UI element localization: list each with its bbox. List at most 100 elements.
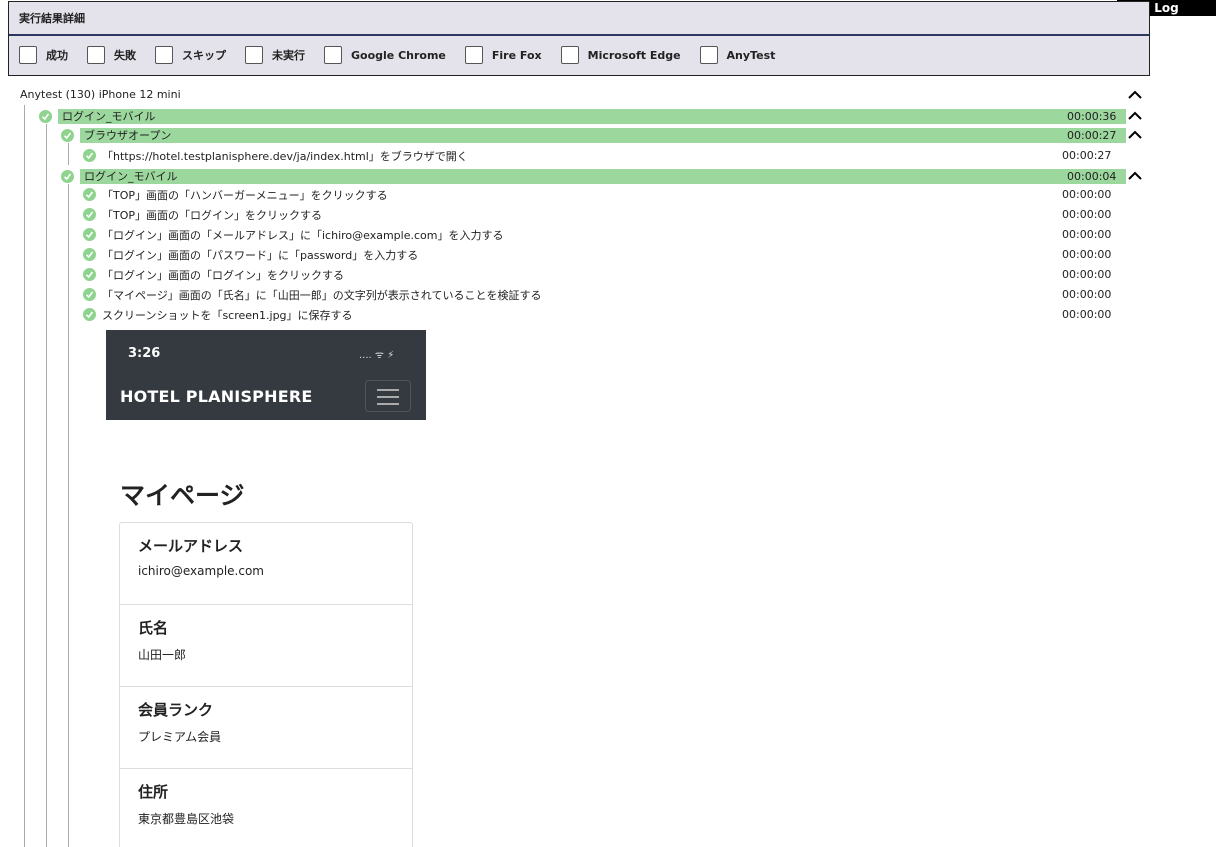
- checkbox[interactable]: [324, 46, 342, 64]
- profile-field: 住所 東京都豊島区池袋: [120, 769, 412, 847]
- checkbox[interactable]: [19, 46, 37, 64]
- step-row[interactable]: 「TOP」画面の「ログイン」をクリックする: [83, 207, 322, 222]
- field-value: プレミアム会員: [138, 730, 222, 744]
- checkbox[interactable]: [560, 46, 579, 64]
- hamburger-menu-icon: [365, 380, 411, 412]
- check-circle-icon: [83, 188, 96, 201]
- result-detail-panel: 実行結果詳細 成功 失敗 スキップ 未実行 Google Chrome Fire…: [8, 1, 1150, 76]
- profile-field: メールアドレス ichiro@example.com: [120, 523, 412, 605]
- filter-google-chrome[interactable]: Google Chrome: [324, 46, 446, 64]
- field-label: 会員ランク: [138, 701, 214, 719]
- field-value: 山田一郎: [138, 648, 187, 662]
- filter-label: スキップ: [182, 49, 226, 62]
- checkbox[interactable]: [464, 46, 483, 64]
- field-value: 東京都豊島区池袋: [138, 812, 235, 826]
- group-node[interactable]: [61, 169, 80, 184]
- collapse-caret-icon[interactable]: [1128, 171, 1142, 181]
- filter-label: Google Chrome: [351, 48, 446, 62]
- checkbox[interactable]: [699, 46, 718, 64]
- step-row[interactable]: スクリーンショットを「screen1.jpg」に保存する: [83, 307, 353, 322]
- tree-guide-line: [68, 184, 69, 847]
- step-label: 「TOP」画面の「ログイン」をクリックする: [102, 208, 323, 222]
- step-label: 「ログイン」画面の「パスワード」に「password」を入力する: [102, 248, 419, 262]
- check-circle-icon: [39, 110, 52, 123]
- tree-guide-line: [46, 124, 47, 847]
- step-duration: 00:00:00: [1062, 188, 1112, 201]
- step-row[interactable]: 「TOP」画面の「ハンバーガーメニュー」をクリックする: [83, 187, 388, 202]
- step-row[interactable]: 「ログイン」画面の「メールアドレス」に「ichiro@example.com」を…: [83, 227, 503, 242]
- step-duration: 00:00:00: [1062, 228, 1112, 241]
- checkbox[interactable]: [245, 46, 263, 64]
- screenshot-thumbnail[interactable]: 3:26 .... ᯤ ⚡ HOTEL PLANISPHERE マイページ メー…: [106, 330, 426, 847]
- check-circle-icon: [61, 129, 74, 142]
- mypage-title: マイページ: [120, 481, 245, 510]
- checkbox[interactable]: [87, 46, 105, 64]
- phone-clock: 3:26: [128, 346, 161, 361]
- filter-label: AnyTest: [726, 48, 776, 62]
- step-label: スクリーンショットを「screen1.jpg」に保存する: [102, 308, 353, 322]
- step-row[interactable]: 「ログイン」画面の「パスワード」に「password」を入力する: [83, 247, 418, 262]
- filter-microsoft-edge[interactable]: Microsoft Edge: [560, 46, 681, 64]
- root-node-label: Anytest (130) iPhone 12 mini: [20, 88, 181, 101]
- collapse-caret-icon[interactable]: [1128, 90, 1142, 100]
- filter-firefox[interactable]: Fire Fox: [464, 46, 542, 64]
- filter-label: 成功: [46, 49, 68, 62]
- check-circle-icon: [61, 170, 74, 183]
- check-circle-icon: [83, 208, 96, 221]
- filter-skip[interactable]: スキップ: [155, 46, 226, 64]
- step-row[interactable]: 「ログイン」画面の「ログイン」をクリックする: [83, 267, 344, 282]
- step-label: 「ログイン」画面の「ログイン」をクリックする: [102, 268, 344, 282]
- step-duration: 00:00:00: [1062, 308, 1112, 321]
- step-label: 「TOP」画面の「ハンバーガーメニュー」をクリックする: [102, 188, 388, 202]
- group-duration: 00:00:36: [1067, 110, 1117, 123]
- group-bar[interactable]: ブラウザオープン: [80, 128, 1126, 143]
- phone-status-icons: .... ᯤ ⚡: [359, 350, 395, 361]
- step-duration: 00:00:00: [1062, 268, 1112, 281]
- filter-label: 未実行: [272, 49, 305, 62]
- field-label: 住所: [138, 783, 169, 801]
- filter-label: 失敗: [114, 49, 136, 62]
- field-label: メールアドレス: [138, 537, 244, 555]
- step-label: 「ログイン」画面の「メールアドレス」に「ichiro@example.com」を…: [102, 228, 504, 242]
- check-circle-icon: [83, 149, 96, 162]
- filter-success[interactable]: 成功: [19, 46, 68, 64]
- filter-anytest[interactable]: AnyTest: [699, 46, 776, 64]
- step-row[interactable]: 「マイページ」画面の「氏名」に「山田一郎」の文字列が表示されていることを検証する: [83, 287, 541, 302]
- field-value: ichiro@example.com: [138, 564, 264, 578]
- check-circle-icon: [83, 268, 96, 281]
- group-bar[interactable]: ログイン_モバイル: [58, 109, 1126, 124]
- filter-not-run[interactable]: 未実行: [245, 46, 305, 64]
- step-duration: 00:00:00: [1062, 208, 1112, 221]
- check-circle-icon: [83, 308, 96, 321]
- group-duration: 00:00:04: [1067, 170, 1117, 183]
- step-row[interactable]: 「https://hotel.testplanisphere.dev/ja/in…: [83, 148, 468, 163]
- filter-label: Microsoft Edge: [587, 48, 681, 62]
- checkbox[interactable]: [155, 46, 173, 64]
- group-node[interactable]: [61, 128, 80, 143]
- group-node[interactable]: [39, 109, 58, 124]
- tree-guide-line: [24, 105, 25, 847]
- phone-navbar: 3:26 .... ᯤ ⚡ HOTEL PLANISPHERE: [106, 330, 426, 420]
- group-bar[interactable]: ログイン_モバイル: [80, 169, 1126, 184]
- collapse-caret-icon[interactable]: [1128, 130, 1142, 140]
- phone-brand: HOTEL PLANISPHERE: [120, 387, 313, 406]
- collapse-caret-icon[interactable]: [1128, 111, 1142, 121]
- profile-card: メールアドレス ichiro@example.com 氏名 山田一郎 会員ランク…: [119, 522, 413, 847]
- step-label: 「https://hotel.testplanisphere.dev/ja/in…: [102, 149, 468, 163]
- filter-bar: 成功 失敗 スキップ 未実行 Google Chrome Fire Fox Mi…: [9, 36, 1149, 74]
- field-label: 氏名: [138, 619, 169, 637]
- step-duration: 00:00:00: [1062, 248, 1112, 261]
- tree-guide-line: [68, 143, 69, 165]
- check-circle-icon: [83, 288, 96, 301]
- step-duration: 00:00:00: [1062, 288, 1112, 301]
- panel-title: 実行結果詳細: [9, 2, 1149, 36]
- filter-label: Fire Fox: [491, 48, 542, 62]
- check-circle-icon: [83, 248, 96, 261]
- profile-field: 会員ランク プレミアム会員: [120, 687, 412, 769]
- step-label: 「マイページ」画面の「氏名」に「山田一郎」の文字列が表示されていることを検証する: [102, 288, 542, 302]
- step-duration: 00:00:27: [1062, 149, 1112, 162]
- profile-field: 氏名 山田一郎: [120, 605, 412, 687]
- check-circle-icon: [83, 228, 96, 241]
- group-duration: 00:00:27: [1067, 129, 1117, 142]
- filter-failure[interactable]: 失敗: [87, 46, 136, 64]
